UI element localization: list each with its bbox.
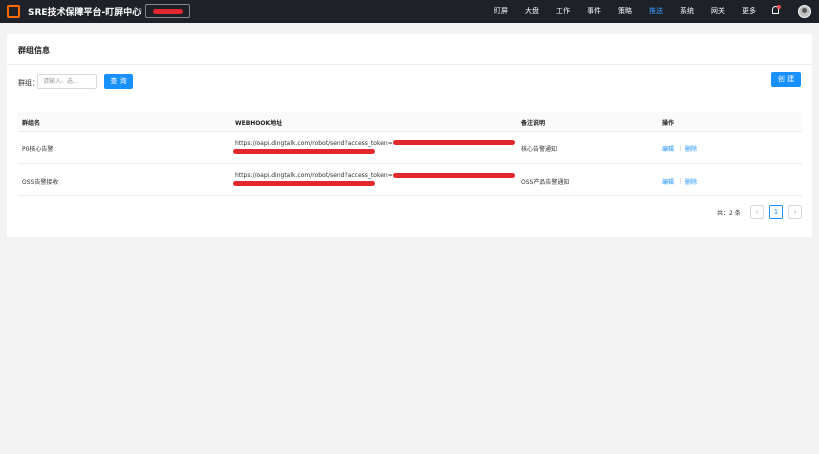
nav-item-dashboard[interactable]: 大盘: [525, 0, 539, 23]
group-search-input[interactable]: 请输入、选...: [37, 74, 97, 89]
environment-selector[interactable]: [145, 4, 190, 18]
group-name-cell: P0核心告警: [22, 146, 54, 153]
column-header-remark: 备注说明: [521, 120, 546, 127]
group-info-card: 群组信息 群组： 请输入、选... 查 询 创 建 群组名 WEBHOOK地址 …: [7, 34, 812, 237]
nav-item-gateway[interactable]: 网关: [711, 0, 725, 23]
column-header-group-name: 群组名: [22, 120, 41, 127]
search-button[interactable]: 查 询: [104, 74, 133, 89]
remark-cell: 核心告警通知: [521, 146, 558, 153]
nav-item-work[interactable]: 工作: [556, 0, 570, 23]
top-navigation-bar: SRE技术保障平台-盯屏中心 v2.5.0 盯屏 大盘 工作 事件 策略 推送 …: [0, 0, 819, 23]
nav-item-strategy[interactable]: 策略: [618, 0, 632, 23]
edit-link[interactable]: 编辑: [662, 177, 674, 186]
notification-dot: [777, 5, 781, 9]
redaction-mark: [153, 9, 183, 14]
prev-page-button[interactable]: ‹: [750, 205, 764, 219]
group-name-cell: OSS告警接收: [22, 179, 59, 186]
edit-link[interactable]: 编辑: [662, 144, 674, 153]
divider: [7, 64, 812, 65]
remark-cell: OSS产品告警通知: [521, 179, 570, 186]
avatar[interactable]: [798, 5, 811, 18]
create-button[interactable]: 创 建: [771, 72, 801, 87]
action-divider: [680, 145, 681, 151]
nav-item-system[interactable]: 系统: [680, 0, 694, 23]
redaction-mark: [233, 181, 375, 186]
nav-item-events[interactable]: 事件: [587, 0, 601, 23]
nav-item-more[interactable]: 更多: [742, 0, 756, 23]
redaction-mark: [233, 149, 375, 154]
logo-icon: [7, 5, 20, 18]
webhook-cell: https://oapi.dingtalk.com/robot/send?acc…: [235, 140, 393, 147]
webhook-cell: https://oapi.dingtalk.com/robot/send?acc…: [235, 172, 393, 179]
delete-link[interactable]: 删除: [685, 177, 697, 186]
group-filter-label: 群组：: [18, 79, 39, 87]
redaction-mark: [393, 173, 515, 178]
total-count: 共：2 条: [717, 210, 741, 217]
table-header: 群组名 WEBHOOK地址 备注说明 操作: [18, 112, 802, 132]
page-1-button[interactable]: 1: [769, 205, 783, 219]
page-title: 群组信息: [18, 46, 50, 55]
next-page-button[interactable]: ›: [788, 205, 802, 219]
table-row: OSS告警接收 https://oapi.dingtalk.com/robot/…: [18, 164, 802, 196]
nav-item-dingping[interactable]: 盯屏: [494, 0, 508, 23]
nav-item-push[interactable]: 推送: [649, 0, 663, 23]
version-label: v2.5.0: [126, 8, 142, 14]
table-row: P0核心告警 https://oapi.dingtalk.com/robot/s…: [18, 132, 802, 164]
app-title: SRE技术保障平台-盯屏中心: [28, 8, 142, 18]
column-header-webhook: WEBHOOK地址: [235, 120, 283, 127]
redaction-mark: [393, 140, 515, 145]
action-divider: [680, 178, 681, 184]
delete-link[interactable]: 删除: [685, 144, 697, 153]
column-header-actions: 操作: [662, 120, 675, 127]
